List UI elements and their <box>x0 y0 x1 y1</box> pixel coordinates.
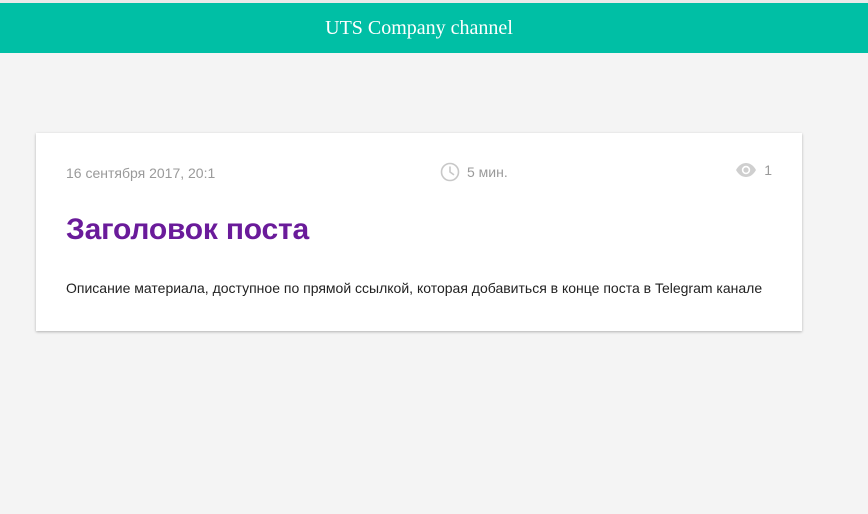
read-time-label: 5 мин. <box>467 164 508 180</box>
view-count-label: 1 <box>764 162 772 178</box>
post-title[interactable]: Заголовок поста <box>66 213 309 247</box>
eye-icon <box>736 163 757 177</box>
clock-icon <box>440 162 460 182</box>
post-date: 16 сентября 2017, 20:1 <box>66 165 216 181</box>
channel-title: UTS Company channel <box>325 16 513 39</box>
post-card[interactable]: 16 сентября 2017, 20:1 5 мин. 1 Заголово… <box>36 133 802 331</box>
channel-header: UTS Company channel <box>0 3 868 53</box>
view-count: 1 <box>735 162 772 178</box>
post-description: Описание материала, доступное по прямой … <box>66 280 763 296</box>
read-time: 5 мин. <box>440 162 508 182</box>
